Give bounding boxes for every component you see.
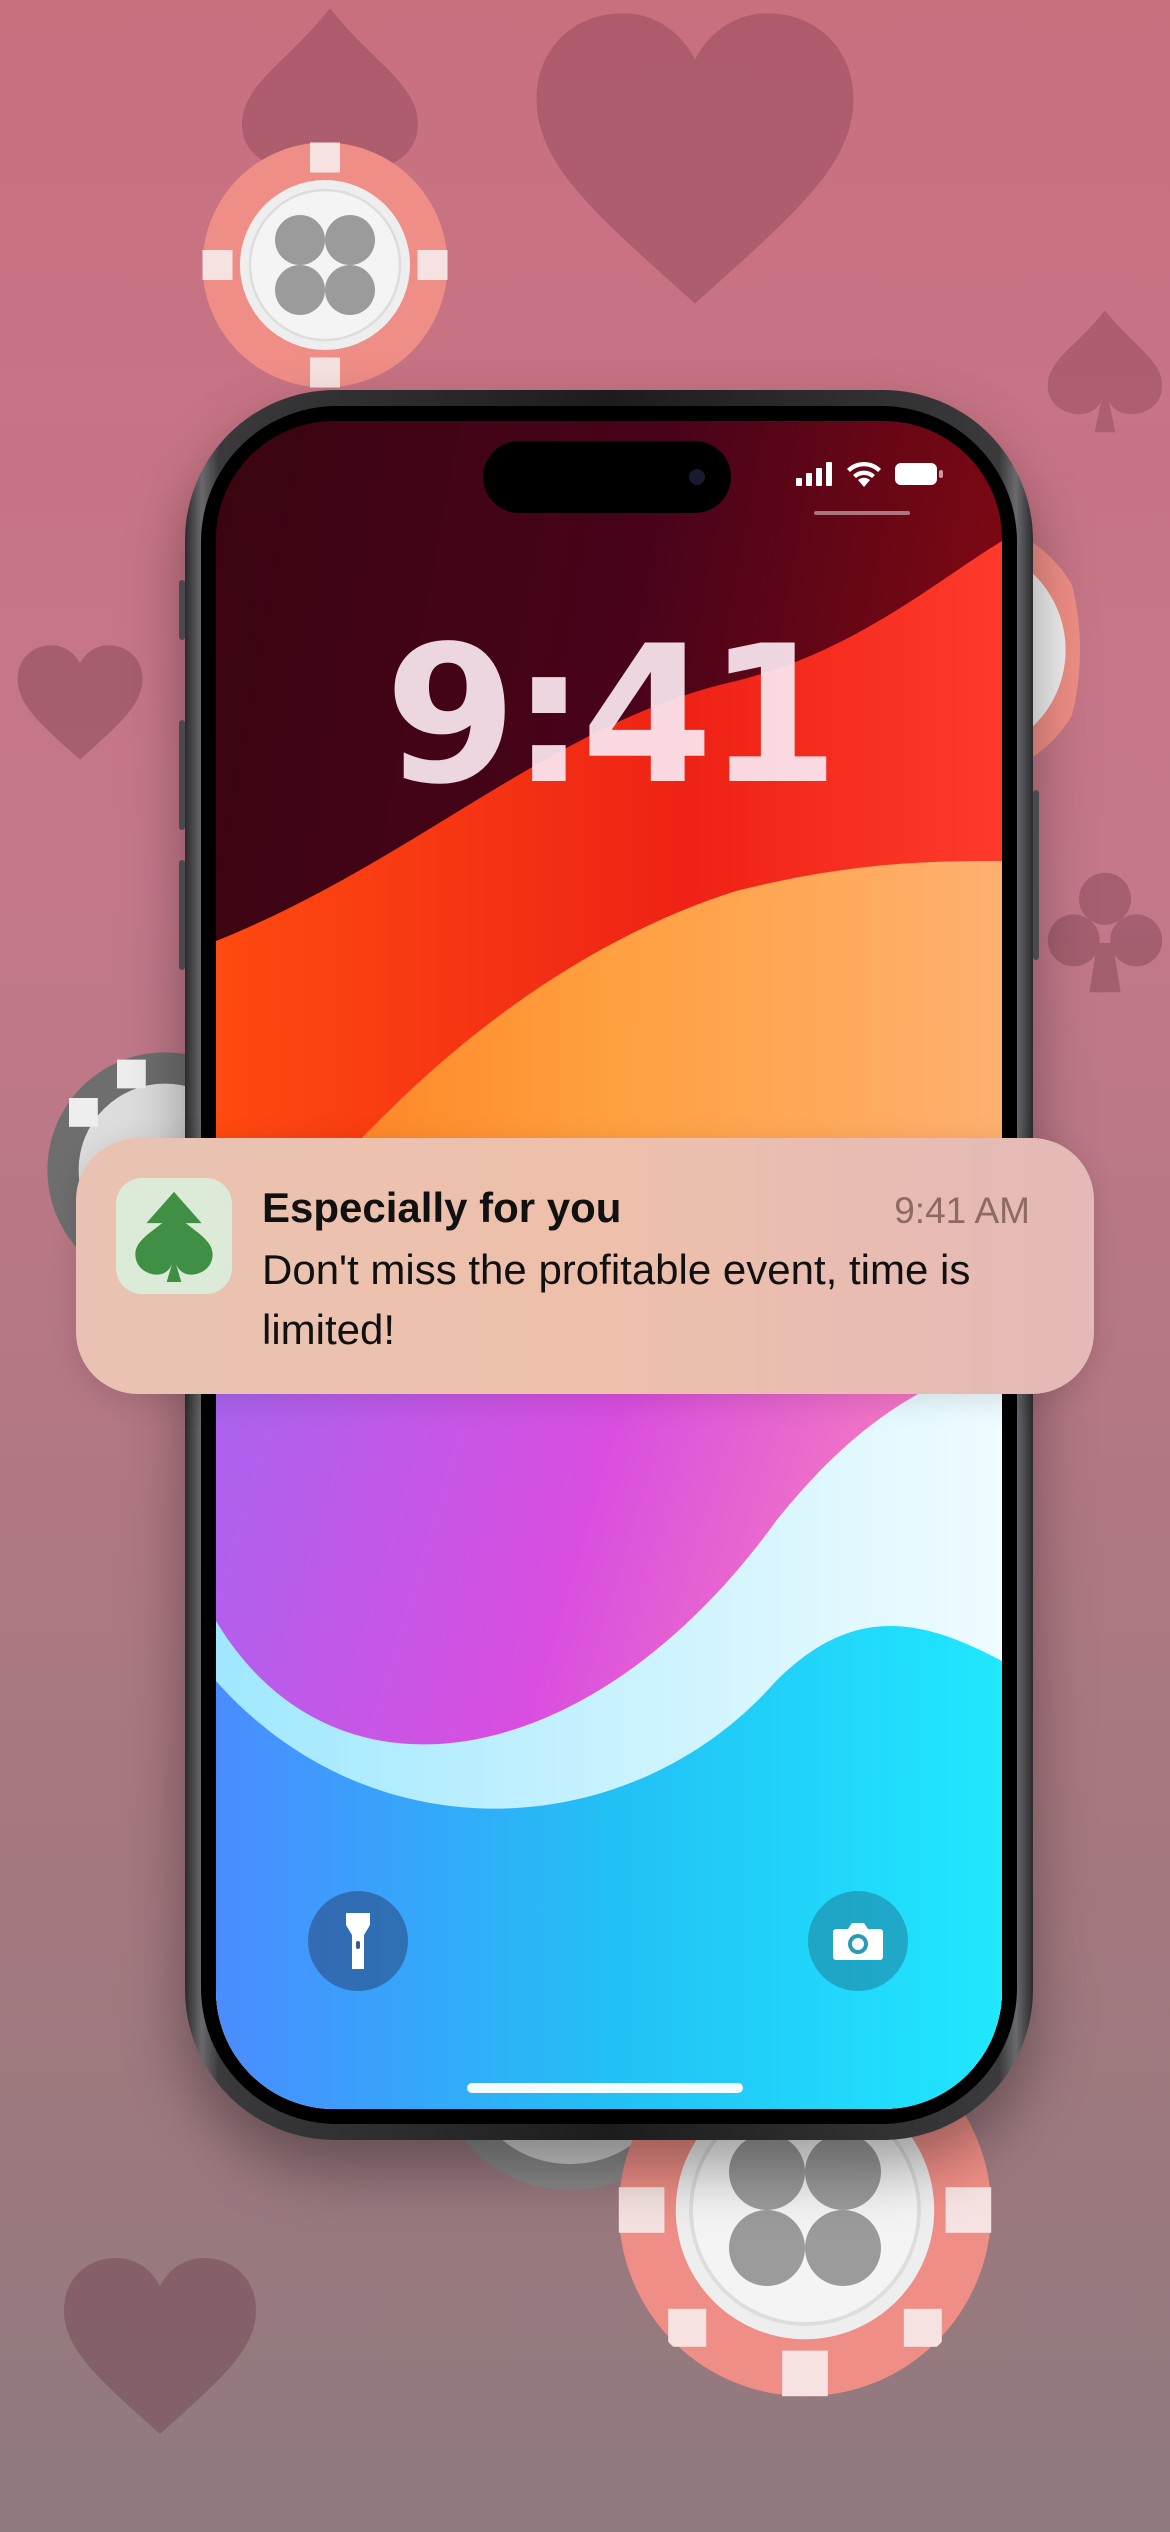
- poker-chip-top: [202, 142, 448, 388]
- background-heart-icon: [64, 2258, 256, 2434]
- volume-up-button: [179, 720, 185, 830]
- camera-icon: [833, 1923, 883, 1960]
- spade-icon: [135, 1191, 213, 1282]
- camera-button[interactable]: [808, 1891, 908, 1991]
- flashlight-button[interactable]: [308, 1891, 408, 1991]
- status-bar: [796, 461, 944, 487]
- wifi-icon: [847, 461, 881, 487]
- front-camera-icon: [689, 469, 705, 485]
- power-button: [1033, 790, 1039, 960]
- status-underline: [814, 511, 910, 515]
- notification-body: Don't miss the profitable event, time is…: [262, 1246, 971, 1353]
- volume-down-button: [179, 860, 185, 970]
- notification-title: Especially for you: [262, 1184, 622, 1231]
- background-club-icon: [1047, 872, 1163, 993]
- dynamic-island: [483, 441, 731, 513]
- action-button: [179, 580, 185, 640]
- notification-time: 9:41 AM: [894, 1190, 1030, 1231]
- flashlight-icon: [346, 1913, 370, 1969]
- notification-banner[interactable]: Especially for you 9:41 AM Don't miss th…: [76, 1138, 1094, 1394]
- lock-screen-clock: 9:41: [384, 605, 840, 826]
- home-indicator[interactable]: [467, 2083, 743, 2093]
- app-icon: [116, 1178, 232, 1294]
- background-spade-icon: [1047, 310, 1163, 433]
- background-heart-icon: [17, 645, 143, 760]
- battery-full-icon: [895, 463, 943, 485]
- cellular-signal-icon: [796, 462, 832, 486]
- background-heart-icon: [536, 13, 854, 304]
